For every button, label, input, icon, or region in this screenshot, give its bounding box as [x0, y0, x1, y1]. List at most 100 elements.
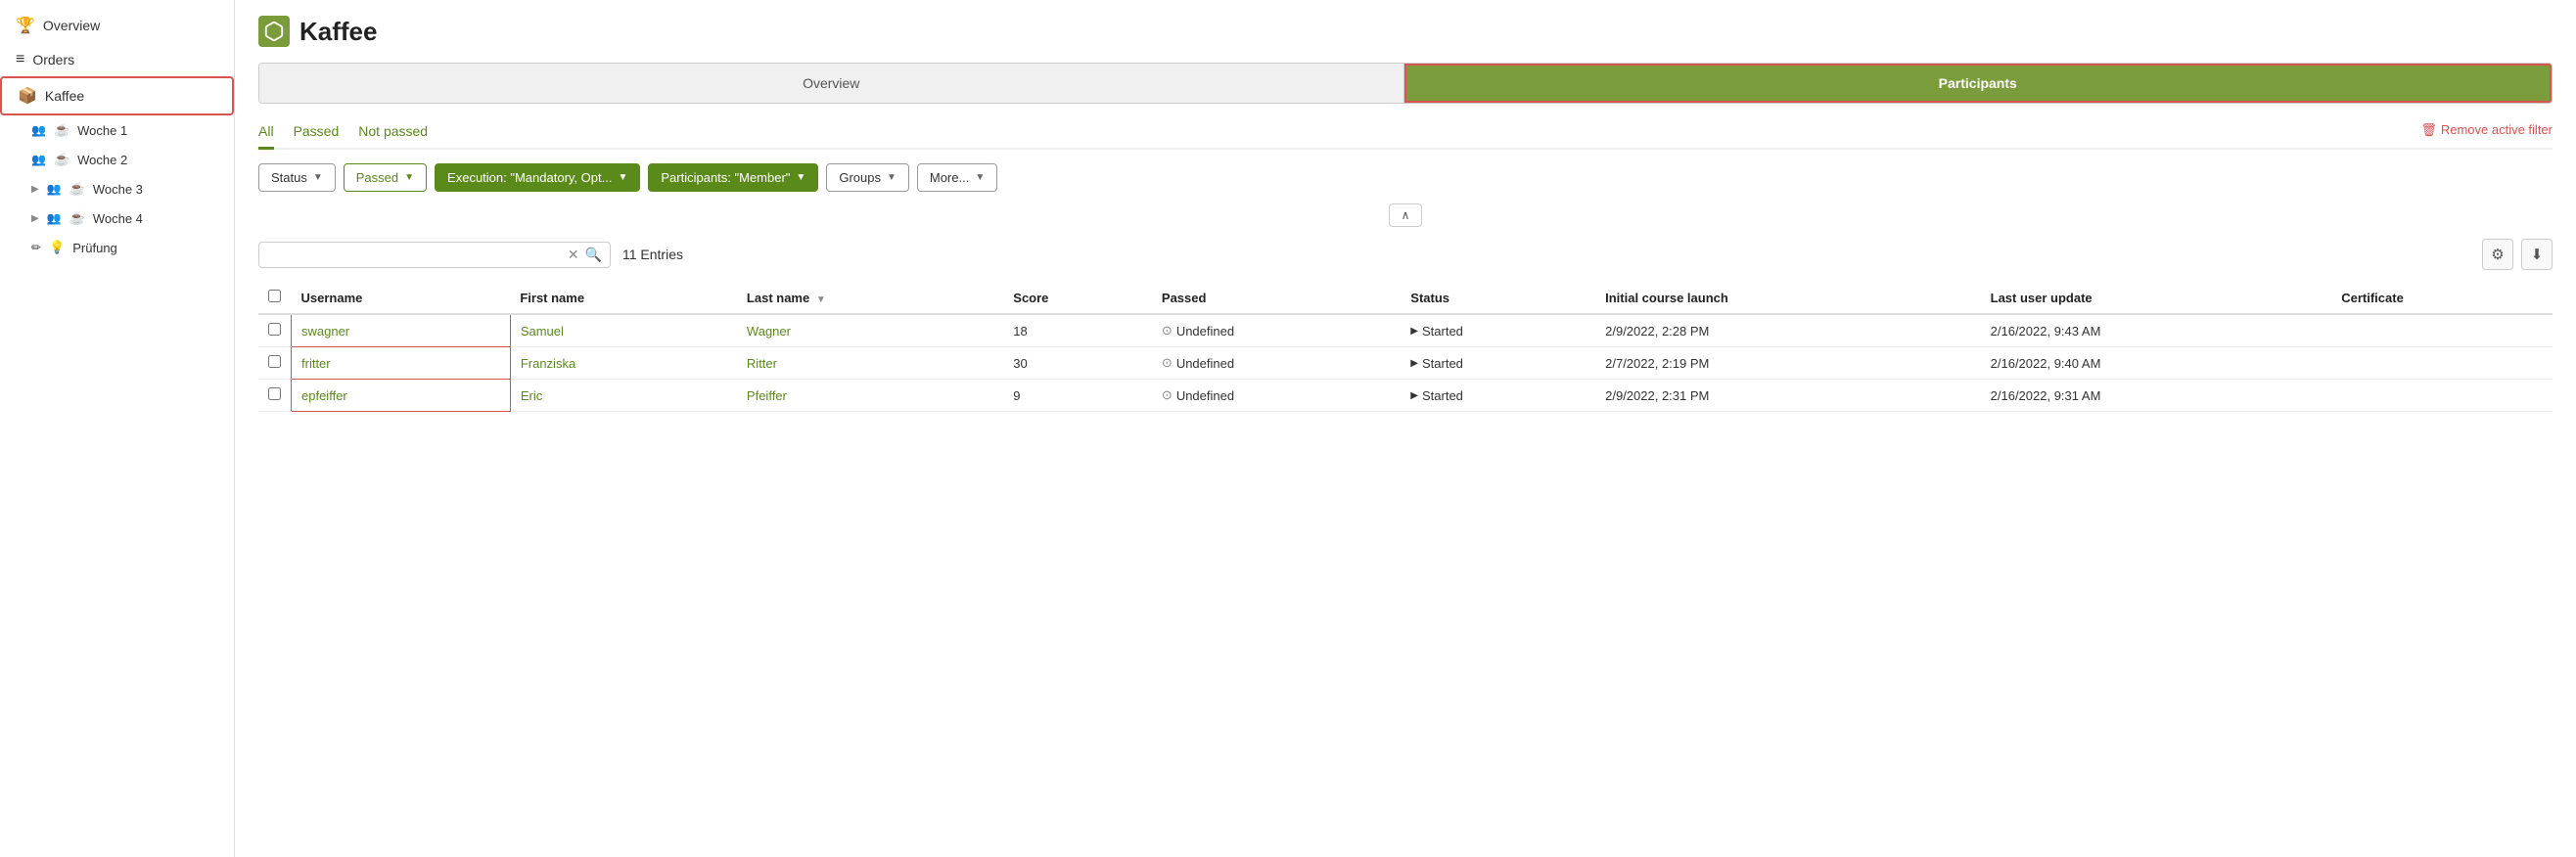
- trash-icon: 🗑: [2420, 122, 2437, 138]
- dropdown-groups[interactable]: Groups ▼: [826, 163, 909, 192]
- score-cell: 9: [1003, 380, 1152, 412]
- row-checkbox[interactable]: [268, 323, 281, 336]
- table-row: swagner Samuel Wagner 18 ⊙ Undefined ▶ S…: [258, 314, 2553, 347]
- passed-value: Undefined: [1176, 388, 1234, 403]
- gear-icon: ⚙: [2491, 246, 2504, 263]
- passed-cell: ⊙ Undefined: [1152, 314, 1401, 347]
- chevron-down-icon: ▼: [887, 172, 897, 183]
- sidebar-item-prufung[interactable]: ✏ 💡 Prüfung: [0, 233, 234, 262]
- sidebar-item-label: Woche 2: [77, 153, 127, 167]
- coffee-icon: ☕: [54, 122, 69, 138]
- passed-value: Undefined: [1176, 324, 1234, 338]
- group-icon: 👥: [47, 211, 62, 225]
- group-icon: 👥: [31, 153, 46, 166]
- last-update-cell: 2/16/2022, 9:43 AM: [1981, 314, 2332, 347]
- sidebar-item-label: Overview: [43, 18, 100, 33]
- remove-active-filter[interactable]: 🗑 Remove active filter: [2420, 122, 2553, 146]
- lastname-cell: Wagner: [737, 314, 1003, 347]
- firstname-cell: Franziska: [510, 347, 737, 380]
- sidebar-item-woche2[interactable]: 👥 ☕ Woche 2: [0, 145, 234, 174]
- search-row: ✕ 🔍 11 Entries ⚙ ⬇: [258, 239, 2553, 270]
- dropdown-passed-value[interactable]: Passed ▼: [344, 163, 427, 192]
- dropdown-participants[interactable]: Participants: "Member" ▼: [648, 163, 818, 192]
- username-cell[interactable]: fritter: [292, 347, 511, 380]
- initial-launch-cell: 2/9/2022, 2:28 PM: [1595, 314, 1981, 347]
- status-cell: ▶ Started: [1401, 314, 1595, 347]
- coffee-icon: ☕: [54, 152, 69, 167]
- th-lastname[interactable]: Last name ▼: [737, 282, 1003, 314]
- undefined-circle-icon: ⊙: [1162, 355, 1173, 371]
- list-icon: ≡: [16, 51, 24, 68]
- passed-value: Undefined: [1176, 356, 1234, 371]
- filter-tab-not-passed[interactable]: Not passed: [358, 119, 428, 150]
- row-checkbox-cell: [258, 347, 292, 380]
- trophy-icon: 🏆: [16, 16, 35, 35]
- dropdown-execution[interactable]: Execution: "Mandatory, Opt... ▼: [435, 163, 640, 192]
- certificate-cell: [2331, 314, 2553, 347]
- tab-participants[interactable]: Participants: [1404, 64, 2553, 103]
- th-last-update: Last user update: [1981, 282, 2332, 314]
- dropdown-status[interactable]: Status ▼: [258, 163, 336, 192]
- firstname-cell: Samuel: [510, 314, 737, 347]
- page-title: Kaffee: [299, 17, 377, 47]
- status-cell: ▶ Started: [1401, 347, 1595, 380]
- sidebar-item-woche3[interactable]: ▶ 👥 ☕ Woche 3: [0, 174, 234, 203]
- chevron-down-icon: ▼: [404, 172, 414, 183]
- last-update-cell: 2/16/2022, 9:31 AM: [1981, 380, 2332, 412]
- play-icon: ▶: [1410, 390, 1418, 401]
- score-cell: 18: [1003, 314, 1152, 347]
- main-content: Kaffee Overview Participants All Passed …: [235, 0, 2576, 857]
- sidebar-item-overview[interactable]: 🏆 Overview: [0, 8, 234, 43]
- sidebar-item-orders[interactable]: ≡ Orders: [0, 43, 234, 76]
- th-passed: Passed: [1152, 282, 1401, 314]
- firstname-cell: Eric: [510, 380, 737, 412]
- initial-launch-cell: 2/7/2022, 2:19 PM: [1595, 347, 1981, 380]
- row-checkbox[interactable]: [268, 355, 281, 368]
- download-button[interactable]: ⬇: [2521, 239, 2553, 270]
- passed-cell: ⊙ Undefined: [1152, 380, 1401, 412]
- participants-table: Username First name Last name ▼ Score Pa…: [258, 282, 2553, 412]
- sidebar-item-label: Kaffee: [45, 88, 84, 104]
- search-box: ✕ 🔍: [258, 242, 611, 268]
- th-username: Username: [292, 282, 511, 314]
- collapse-row: ∧: [258, 203, 2553, 227]
- collapse-button[interactable]: ∧: [1389, 203, 1423, 227]
- chevron-down-icon: ▼: [313, 172, 323, 183]
- download-icon: ⬇: [2531, 246, 2544, 263]
- clear-icon[interactable]: ✕: [568, 247, 579, 263]
- chevron-up-icon: ∧: [1402, 208, 1410, 222]
- th-status: Status: [1401, 282, 1595, 314]
- sidebar-item-woche4[interactable]: ▶ 👥 ☕ Woche 4: [0, 203, 234, 233]
- search-icon[interactable]: 🔍: [585, 247, 602, 263]
- select-all-checkbox[interactable]: [268, 290, 281, 302]
- chevron-down-icon: ▼: [618, 172, 627, 183]
- lightbulb-icon: 💡: [49, 240, 65, 255]
- filter-tabs-row: All Passed Not passed 🗑 Remove active fi…: [258, 119, 2553, 150]
- row-checkbox-cell: [258, 380, 292, 412]
- th-firstname: First name: [510, 282, 737, 314]
- initial-launch-cell: 2/9/2022, 2:31 PM: [1595, 380, 1981, 412]
- play-icon: ▶: [1410, 358, 1418, 369]
- sidebar-item-woche1[interactable]: 👥 ☕ Woche 1: [0, 115, 234, 145]
- username-cell[interactable]: epfeiffer: [292, 380, 511, 412]
- status-cell: ▶ Started: [1401, 380, 1595, 412]
- chevron-down-icon: ▼: [975, 172, 985, 183]
- table-row: epfeiffer Eric Pfeiffer 9 ⊙ Undefined ▶ …: [258, 380, 2553, 412]
- edit-icon: ✏: [31, 241, 41, 254]
- page-title-row: Kaffee: [258, 16, 2553, 47]
- page-title-icon: [258, 16, 290, 47]
- dropdown-more[interactable]: More... ▼: [917, 163, 997, 192]
- row-checkbox[interactable]: [268, 387, 281, 400]
- search-input[interactable]: [267, 248, 562, 262]
- tab-overview[interactable]: Overview: [259, 64, 1404, 103]
- filter-tab-all[interactable]: All: [258, 119, 274, 150]
- filter-tab-passed[interactable]: Passed: [294, 119, 340, 150]
- score-cell: 30: [1003, 347, 1152, 380]
- sidebar-item-kaffee[interactable]: 📦 Kaffee: [0, 76, 234, 115]
- settings-button[interactable]: ⚙: [2482, 239, 2513, 270]
- sidebar-item-label: Woche 1: [77, 123, 127, 138]
- username-cell[interactable]: swagner: [292, 314, 511, 347]
- last-update-cell: 2/16/2022, 9:40 AM: [1981, 347, 2332, 380]
- expand-icon: ▶: [31, 213, 39, 224]
- th-certificate: Certificate: [2331, 282, 2553, 314]
